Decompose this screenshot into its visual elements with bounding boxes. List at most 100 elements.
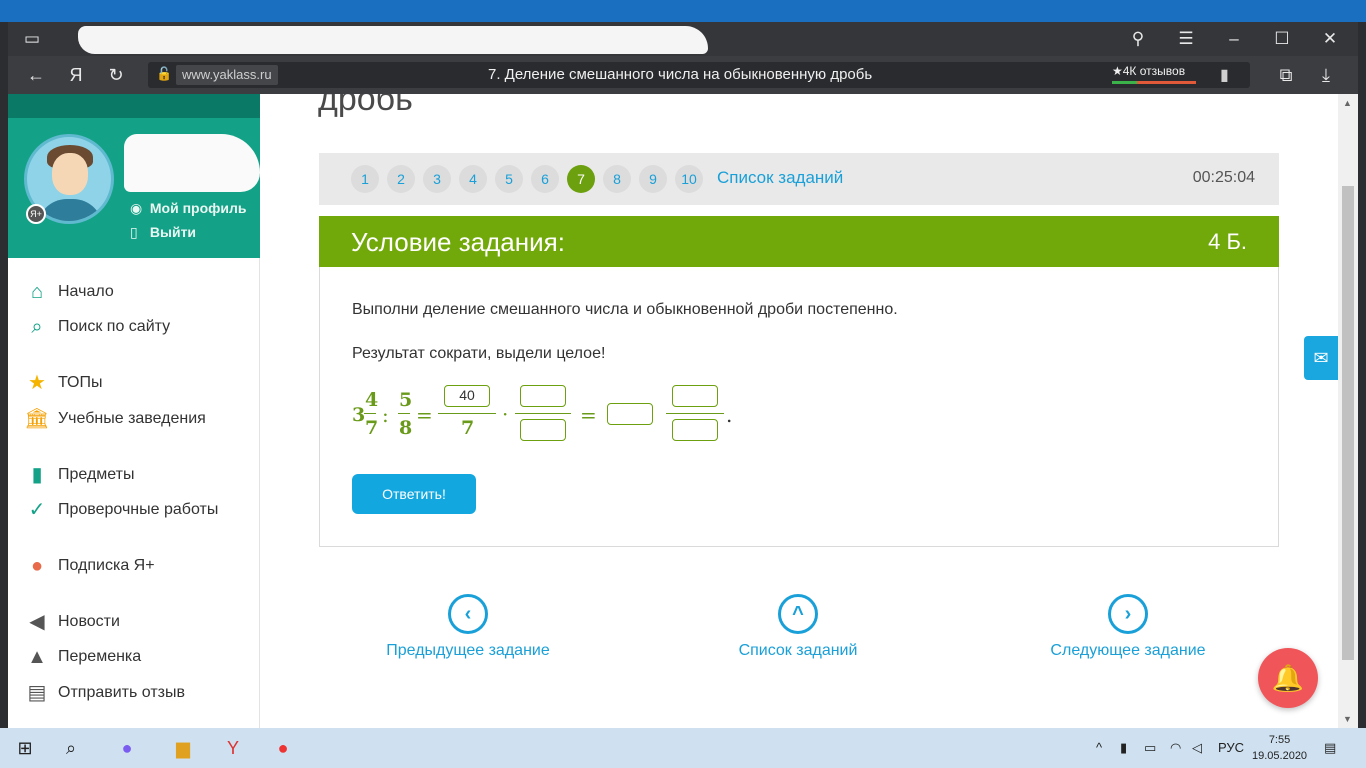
domain-chip[interactable]: www.yaklass.ru [176,65,278,85]
ya-plus-badge: Я+ [26,204,46,224]
menu-icon[interactable]: ☰ [1174,27,1198,51]
whole-part-input[interactable] [607,403,653,425]
result1-denominator: 7 [461,417,475,439]
sidebar-item-feedback[interactable]: ▤ Отправить отзыв [24,679,185,707]
extensions-icon[interactable]: ⧉ [1274,63,1298,87]
download-icon[interactable]: ⤓ [1314,63,1338,87]
browser-nav-bar: ← Я ↻ 🔓 www.yaklass.ru 7. Деление смешан… [8,56,1358,94]
step-3[interactable]: 3 [423,165,451,193]
check-circle-icon: ✓ [28,499,46,521]
volume-icon[interactable]: ◁ [1192,740,1202,756]
search-icon[interactable]: ⌕ [58,736,84,760]
logout-link[interactable]: ▯ Выйти [130,224,196,241]
sidebar-item-tests[interactable]: ✓ Проверочные работы [24,496,219,524]
reload-icon[interactable]: ↻ [104,63,128,87]
wifi-icon[interactable]: ◠ [1170,740,1181,756]
sidebar-item-search[interactable]: ⌕ Поиск по сайту [24,313,170,341]
folder-icon[interactable]: ▆ [170,736,196,760]
instruction-text-2: Результат сократи, выдели целое! [352,345,606,362]
chevron-up-icon[interactable]: ^ [778,594,818,634]
web-page: Я+ ◉ Мой профиль ▯ Выйти ⌂ Начало ⌕ Поис… [8,94,1358,728]
mail-icon[interactable]: ✉ [1304,336,1338,380]
chevron-left-icon[interactable]: ‹ [448,594,488,634]
profile-panel: Я+ ◉ Мой профиль ▯ Выйти [8,94,260,258]
browser-tab[interactable] [78,26,708,54]
timer: 00:25:04 [1192,169,1255,186]
scroll-up-icon[interactable]: ▲ [1343,98,1352,108]
chevron-right-icon[interactable]: › [1108,594,1148,634]
close-icon[interactable]: ✕ [1318,27,1342,51]
task-header: Условие задания: 4 Б. [319,216,1279,267]
sidebar-item-home[interactable]: ⌂ Начало [24,278,114,306]
task-steps-bar: 1 2 3 4 5 6 7 8 9 10 Список заданий 00:2… [319,153,1279,205]
tabs-panel-icon[interactable]: ▭ [20,27,44,51]
step-1[interactable]: 1 [351,165,379,193]
minimize-icon[interactable]: – [1222,27,1246,51]
windows-start-icon[interactable]: ⊞ [12,736,38,760]
tray-expand-icon[interactable]: ^ [1096,740,1102,755]
sidebar-item-institutions[interactable]: 🏛 Учебные заведения [24,405,206,433]
fraction1-numerator: 4 [365,389,379,411]
sidebar-item-break[interactable]: ▲ Переменка [24,643,141,671]
numerator-input-1[interactable]: 40 [444,385,490,407]
desktop-background [0,0,1366,22]
yandex-icon[interactable]: Я [64,63,88,87]
step-2[interactable]: 2 [387,165,415,193]
notification-bell-icon[interactable]: 🔔 [1258,648,1318,708]
sidebar-item-subjects[interactable]: ▮ Предметы [24,461,134,489]
step-6[interactable]: 6 [531,165,559,193]
scroll-thumb[interactable] [1342,186,1354,660]
step-8[interactable]: 8 [603,165,631,193]
book-icon: ▮ [31,464,43,486]
period: . [726,403,733,427]
denominator-input-3[interactable] [672,419,718,441]
step-5[interactable]: 5 [495,165,523,193]
yandex-icon[interactable]: ● [270,736,296,760]
maximize-icon[interactable]: ☐ [1270,27,1294,51]
step-9[interactable]: 9 [639,165,667,193]
fraction1-bar [364,413,376,414]
sidebar: Я+ ◉ Мой профиль ▯ Выйти ⌂ Начало ⌕ Поис… [8,94,260,728]
sidebar-item-news[interactable]: ◀ Новости [24,608,120,636]
step-4[interactable]: 4 [459,165,487,193]
equals-sign-2: = [580,403,597,427]
multiply-sign: · [502,402,509,426]
lock-icon[interactable]: 🔓 [156,66,174,84]
fraction1-denominator: 7 [365,417,379,439]
result2-bar [515,413,571,414]
numerator-input-3[interactable] [672,385,718,407]
fraction2-bar [398,413,410,414]
prev-task-link[interactable]: ‹ Предыдущее задание [368,594,568,660]
pin-icon[interactable]: ⚲ [1126,27,1150,51]
step-10[interactable]: 10 [675,165,703,193]
denominator-input-2[interactable] [520,419,566,441]
notifications-icon[interactable]: ▤ [1324,740,1336,756]
next-task-link[interactable]: › Следующее задание [1028,594,1228,660]
yandex-browser-icon[interactable]: Y [220,736,246,760]
step-7[interactable]: 7 [567,165,595,193]
mixed-whole: 3 [352,404,366,426]
sidebar-item-subscription[interactable]: ● Подписка Я+ [24,552,155,580]
scrollbar[interactable]: ▲ ▼ [1338,94,1358,728]
task-list-bottom-link[interactable]: ^ Список заданий [698,594,898,660]
language-indicator[interactable]: РУС [1218,740,1244,755]
alice-icon[interactable]: ● [114,736,140,760]
user-name-redacted [124,134,260,192]
institution-icon: 🏛 [24,408,50,430]
address-bar[interactable]: 🔓 www.yaklass.ru 7. Деление смешанного ч… [148,62,1250,88]
reviews-badge[interactable]: ★4К отзывов [1112,64,1185,78]
battery-icon[interactable]: ▭ [1144,740,1156,756]
clock[interactable]: 7:55 19.05.2020 [1252,732,1307,764]
back-arrow-icon[interactable]: ← [24,63,48,87]
address-page-title: 7. Деление смешанного числа на обыкновен… [488,66,873,83]
result1-bar [438,413,496,414]
task-list-link[interactable]: Список заданий [717,168,843,188]
microphone-icon[interactable]: ▮ [1120,740,1127,756]
reviews-rating-bar [1112,81,1196,84]
sidebar-item-tops[interactable]: ★ ТОПы [24,369,102,397]
my-profile-link[interactable]: ◉ Мой профиль [130,200,247,217]
numerator-input-2[interactable] [520,385,566,407]
answer-button[interactable]: Ответить! [352,474,476,514]
scroll-down-icon[interactable]: ▼ [1343,714,1352,724]
bookmark-icon[interactable]: ▮ [1220,65,1229,85]
